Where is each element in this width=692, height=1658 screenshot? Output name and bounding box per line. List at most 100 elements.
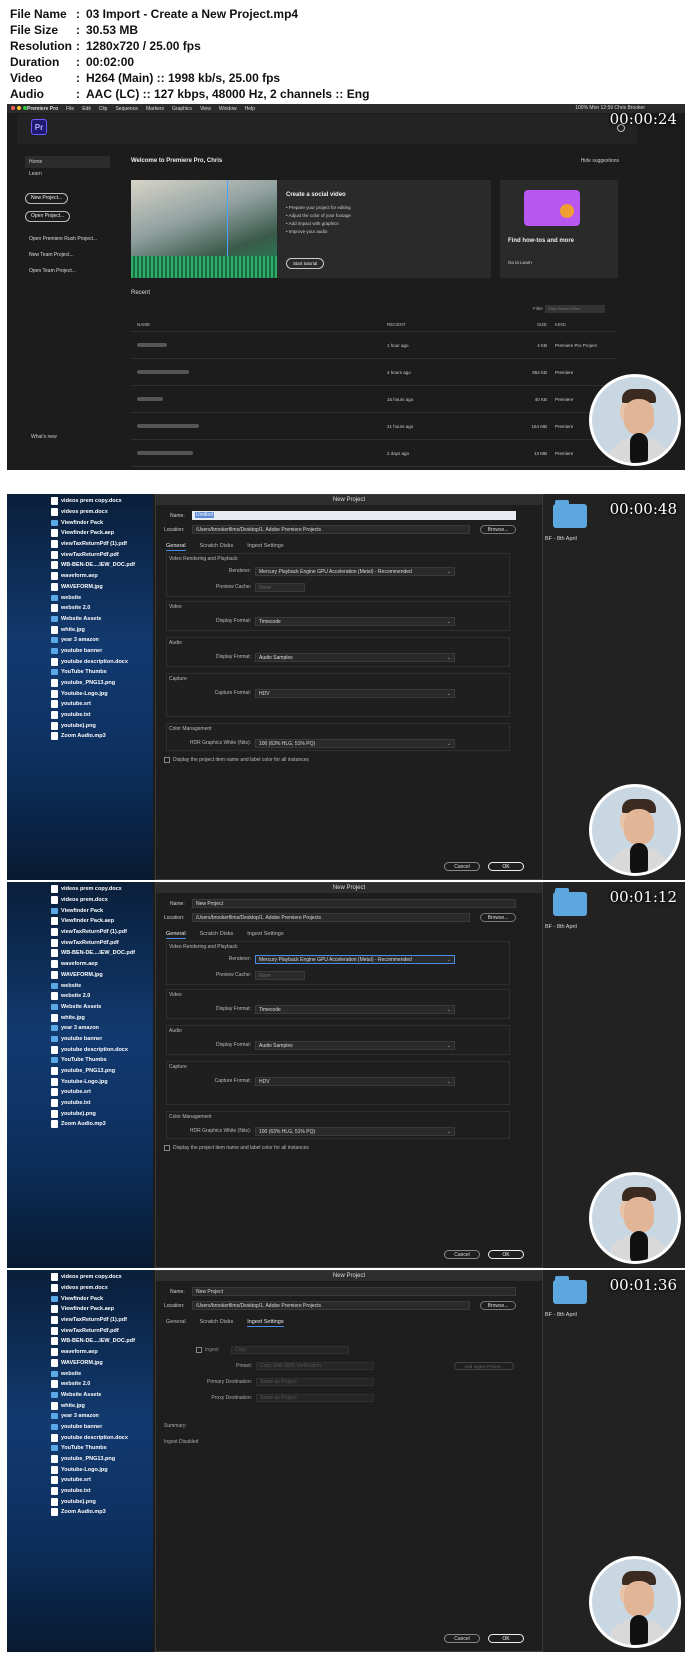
file-item[interactable]: waveform.aep [7,1347,153,1358]
file-item[interactable]: YouTube Thumbs [7,667,153,678]
browse-button[interactable]: Browse... [480,913,516,922]
menu-window[interactable]: Window [219,106,237,112]
file-item[interactable]: website [7,592,153,603]
file-item[interactable]: Website Assets [7,614,153,625]
browse-button[interactable]: Browse... [480,1301,516,1310]
file-item[interactable]: Youtube-Logo.jpg [7,688,153,699]
file-item[interactable]: website 2.0 [7,603,153,614]
folder-icon[interactable] [553,1276,587,1304]
file-item[interactable]: year 3 amazon [7,1411,153,1422]
cancel-button[interactable]: Cancel [444,1250,480,1259]
go-to-learn-link[interactable]: Go to Learn [508,260,532,265]
file-item[interactable]: youtube.srt [7,1475,153,1486]
nav-learn[interactable]: Learn [25,168,110,180]
table-row[interactable]: 1 hour ago 4 KB Premiere Pro Project [131,332,617,359]
new-project-button[interactable]: New Project... [25,193,69,204]
tab-ingest-settings[interactable]: Ingest Settings [247,543,283,551]
file-item[interactable]: Viewfinder Pack [7,517,153,528]
menu-app[interactable]: Premiere Pro [27,106,58,112]
file-item[interactable]: Website Assets [7,1390,153,1401]
display-item-checkbox-row[interactable]: Display the project item name and label … [164,757,309,763]
file-item[interactable]: year 3 amazon [7,635,153,646]
howto-card[interactable]: Find how-tos and more Go to Learn [500,180,618,278]
file-item[interactable]: videos prem.docx [7,507,153,518]
file-item[interactable]: Zoom Audio.mp3 [7,1119,153,1130]
cancel-button[interactable]: Cancel [444,862,480,871]
col-name[interactable]: NAME [131,322,387,327]
menu-help[interactable]: Help [245,106,255,112]
file-item[interactable]: youtube.srt [7,1087,153,1098]
file-item[interactable]: YouTube Thumbs [7,1055,153,1066]
renderer-select[interactable]: Mercury Playback Engine GPU Acceleration… [255,954,455,964]
file-item[interactable]: youtube_PNG13.png [7,678,153,689]
file-item[interactable]: youtube banner [7,1034,153,1045]
tab-scratch-disks[interactable]: Scratch Disks [200,1319,234,1327]
preview-cache-select[interactable]: None [255,970,305,980]
name-input[interactable]: New Project [192,1287,516,1296]
checkbox[interactable] [164,1145,170,1151]
file-item[interactable]: Youtube-Logo.jpg [7,1464,153,1475]
location-select[interactable]: /Users/brookerfilms/Desktop/1. Adobe Pre… [192,525,470,534]
menu-clip[interactable]: Clip [99,106,108,112]
ingest-mode-select[interactable]: Copy [231,1346,349,1354]
folder-label[interactable]: BF - 8th April [545,924,577,930]
capture-format-select[interactable]: HDV ⌄ [255,1076,455,1086]
file-item[interactable]: viewTaxReturnPdf.pdf [7,937,153,948]
file-item[interactable]: website [7,980,153,991]
video-display-format-select[interactable]: Timecode ⌄ [255,616,455,626]
file-item[interactable]: WB-BEN-DE....IEW_DOC.pdf [7,560,153,571]
file-item[interactable]: viewTaxReturnPdf (1).pdf [7,927,153,938]
menu-view[interactable]: View [200,106,211,112]
audio-display-format-select[interactable]: Audio Samples ⌄ [255,652,455,662]
file-item[interactable]: youtube description.docx [7,656,153,667]
file-item[interactable]: Zoom Audio.mp3 [7,731,153,742]
file-item[interactable]: Viewfinder Pack.aep [7,1304,153,1315]
file-item[interactable]: Website Assets [7,1002,153,1013]
filter-input[interactable]: Filter Recent Files [545,305,605,313]
tab-ingest-settings[interactable]: Ingest Settings [247,931,283,939]
file-item[interactable]: website [7,1368,153,1379]
audio-display-format-select[interactable]: Audio Samples ⌄ [255,1040,455,1050]
whats-new-link[interactable]: What's new [31,434,57,440]
renderer-select[interactable]: Mercury Playback Engine GPU Acceleration… [255,566,455,576]
file-item[interactable]: WB-BEN-DE....IEW_DOC.pdf [7,948,153,959]
file-item[interactable]: videos prem copy.docx [7,496,153,507]
primary-destination-select[interactable]: Same as Project [256,1378,374,1386]
start-tutorial-button[interactable]: Start tutorial [286,258,325,269]
browse-button[interactable]: Browse... [480,525,516,534]
hdr-select[interactable]: 100 (63% HLG, 51% PQ) ⌄ [255,738,455,748]
file-item[interactable]: website 2.0 [7,1379,153,1390]
checkbox[interactable] [164,757,170,763]
tab-general[interactable]: General [166,1319,186,1327]
new-team-project-link[interactable]: New Team Project... [25,252,110,258]
file-item[interactable]: Viewfinder Pack.aep [7,528,153,539]
file-item[interactable]: Zoom Audio.mp3 [7,1507,153,1518]
display-item-checkbox-row[interactable]: Display the project item name and label … [164,1145,309,1151]
location-select[interactable]: /Users/brookerfilms/Desktop/1. Adobe Pre… [192,1301,470,1310]
file-item[interactable]: videos prem.docx [7,1283,153,1294]
file-item[interactable]: viewTaxReturnPdf (1).pdf [7,1315,153,1326]
file-item[interactable]: viewTaxReturnPdf.pdf [7,549,153,560]
file-item[interactable]: white.jpg [7,1012,153,1023]
close-dot-icon[interactable] [11,106,15,110]
tab-scratch-disks[interactable]: Scratch Disks [200,931,234,939]
file-item[interactable]: youtube.txt [7,1486,153,1497]
col-size[interactable]: SIZE [525,322,551,327]
file-item[interactable]: waveform.aep [7,571,153,582]
file-item[interactable]: videos prem copy.docx [7,884,153,895]
tab-ingest-settings[interactable]: Ingest Settings [247,1319,284,1327]
folder-label[interactable]: BF - 8th April [545,1312,577,1318]
file-item[interactable]: youtube.txt [7,710,153,721]
file-item[interactable]: white.jpg [7,1400,153,1411]
minimize-dot-icon[interactable] [17,106,21,110]
table-row[interactable]: 15 hours ago 40 KB Premiere [131,386,617,413]
name-input[interactable]: New Project [192,899,516,908]
menu-file[interactable]: File [66,106,74,112]
folder-icon[interactable] [553,500,587,528]
open-team-project-link[interactable]: Open Team Project... [25,268,110,274]
social-video-card[interactable]: Create a social video • Prepare your pro… [131,180,491,278]
file-item[interactable]: viewTaxReturnPdf (1).pdf [7,539,153,550]
file-item[interactable]: videos prem.docx [7,895,153,906]
video-display-format-select[interactable]: Timecode ⌄ [255,1004,455,1014]
file-item[interactable]: WB-BEN-DE....IEW_DOC.pdf [7,1336,153,1347]
